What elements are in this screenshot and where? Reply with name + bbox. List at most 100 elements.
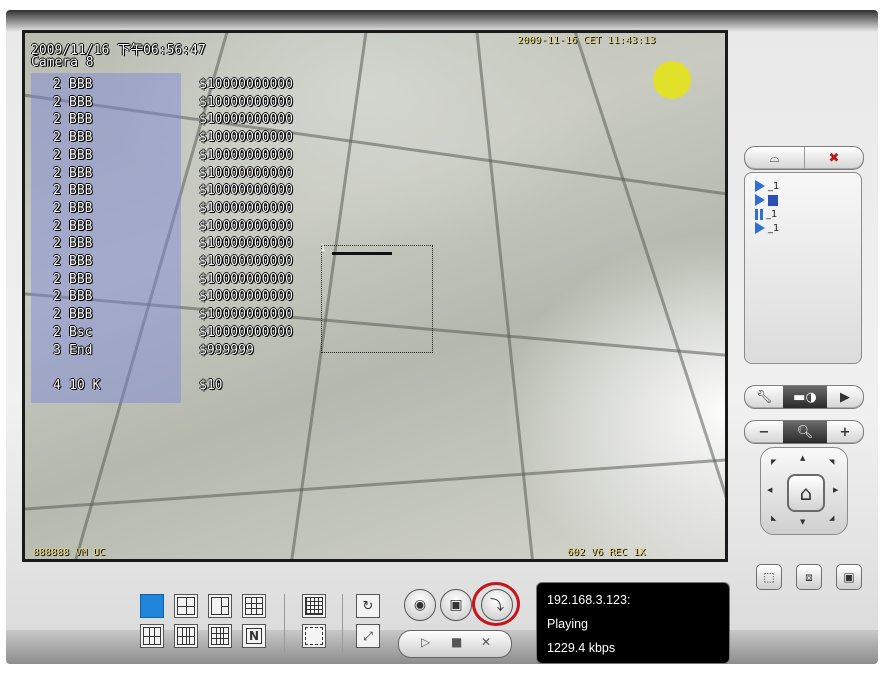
toolbar-divider (284, 594, 285, 652)
pos-price: $10000000000 (199, 94, 293, 110)
layout-custom-button[interactable]: N (242, 624, 266, 648)
layout-3x3-button[interactable] (242, 594, 266, 618)
playlist-item[interactable]: _1 (755, 207, 777, 221)
pos-qty: 2 (53, 271, 61, 287)
pos-qty: 2 (53, 254, 61, 269)
pos-qty: 2 (53, 147, 61, 163)
ptz-right-arrow-icon[interactable]: ▶ (833, 486, 838, 494)
settings-button[interactable]: 🔧︎ (745, 386, 783, 408)
pos-qty: 2 (53, 77, 61, 92)
playlist-panel[interactable]: _1 _1 _1 (744, 172, 862, 364)
camera-icon: ▣ (449, 597, 463, 613)
snapshot-button[interactable]: ▣ (440, 589, 472, 621)
selected-marker (768, 194, 778, 206)
grid-4x4-icon (211, 627, 229, 645)
layout-1plus3-button[interactable] (208, 594, 232, 618)
ptz-left-arrow-icon[interactable]: ◀ (767, 486, 772, 494)
pos-price: $10000000000 (199, 147, 293, 163)
ptz-downleft-arrow-icon[interactable]: ◣ (771, 514, 776, 522)
grid-5x5-icon (305, 597, 323, 615)
ptz-down-arrow-icon[interactable]: ▼ (800, 518, 805, 526)
pos-row: 2 BBB $10000000000 (45, 272, 339, 290)
tray-icon: ⌓ (769, 150, 780, 166)
stop-button[interactable]: ■ (451, 635, 462, 649)
pos-qty: 2 (53, 218, 61, 234)
pos-price: $10000000000 (199, 183, 293, 199)
playlist-item-label: _1 (768, 222, 780, 234)
camera-bottom-left-osd: 888888 VM UC (33, 547, 106, 558)
pause-icon (755, 208, 758, 220)
pos-qty: 2 (53, 183, 61, 199)
pos-name: End (69, 342, 93, 358)
pos-row: 2 BBB $10000000000 (45, 112, 339, 130)
pos-price: $10000000000 (199, 254, 293, 269)
pos-row: 2 BBB $10000000000 (45, 148, 339, 166)
snapshot-area-button[interactable]: ⧈ (796, 564, 822, 590)
layout-2x2-button[interactable] (174, 594, 198, 618)
pos-row: 2 BBB $10000000000 (45, 307, 339, 325)
record-button[interactable]: ◉ (404, 589, 436, 621)
speed-slider[interactable]: ▬◑ (783, 386, 827, 408)
camera-label: Camera 8 (31, 55, 94, 70)
pos-qty: 2 (53, 112, 61, 128)
delete-button[interactable]: ✖ (805, 147, 863, 169)
play-button[interactable]: ▷ (421, 635, 430, 649)
fit-window-button[interactable]: ⬚ (756, 564, 782, 590)
playlist-item[interactable]: _1 (755, 179, 779, 193)
pos-row: 2 BBB $10000000000 (45, 183, 339, 201)
n-icon: N (245, 628, 263, 644)
layout-frame-button[interactable] (302, 624, 326, 648)
pos-name: BBB (69, 130, 93, 146)
pos-name: BBB (69, 200, 93, 216)
auto-rotate-button[interactable]: ↻ (356, 594, 380, 618)
pos-row: 2 BBB $10000000000 (45, 95, 339, 113)
wrench-icon: 🔧︎ (755, 389, 773, 405)
playback-controls: ▷ ■ ✕ (398, 630, 512, 658)
pos-name: BBB (69, 236, 93, 252)
motion-region-box[interactable]: 1 (320, 244, 433, 353)
pos-qty: 2 (53, 94, 61, 110)
playlist-item[interactable]: _1 (755, 221, 779, 235)
ptz-control-pad[interactable]: ▲ ▼ ◀ ▶ ◤ ◥ ◣ ◢ ⌂ (760, 447, 848, 535)
pos-price: $10000000000 (199, 324, 293, 340)
layout-5x5-button[interactable] (302, 594, 326, 618)
pos-price: $10000000000 (199, 200, 293, 216)
layout-4x3-button[interactable] (174, 624, 198, 648)
pos-row: 3 End $999999 (45, 343, 339, 361)
ptz-downright-arrow-icon[interactable]: ◢ (829, 514, 834, 522)
playlist-item[interactable] (755, 193, 781, 207)
ptz-upleft-arrow-icon[interactable]: ◤ (771, 458, 776, 466)
pos-name: Bsc (69, 324, 93, 340)
snapshot-icon: ⧈ (805, 569, 813, 584)
highlight-ring (472, 582, 520, 626)
pos-row: 2 BBB $10000000000 (45, 166, 339, 184)
video-view[interactable]: 2009/11/16 下午06:56:47 Camera 8 2009-11-1… (22, 30, 728, 562)
zoom-out-button[interactable]: − (745, 421, 783, 443)
pos-name: BBB (69, 77, 93, 92)
pos-price: $10000000000 (199, 77, 293, 92)
import-button[interactable]: ⌓ (745, 147, 805, 169)
ptz-upright-arrow-icon[interactable]: ◥ (829, 458, 834, 466)
layout-1plus7-button[interactable] (140, 624, 164, 648)
pos-price: $10000000000 (199, 130, 293, 146)
zoom-in-button[interactable]: + (827, 421, 863, 443)
ptz-home-button[interactable]: ⌂ (787, 474, 825, 512)
pos-name: BBB (69, 254, 93, 269)
ptz-up-arrow-icon[interactable]: ▲ (800, 454, 805, 462)
pos-qty: 2 (53, 236, 61, 252)
focus-button[interactable]: ▣ (836, 564, 862, 590)
next-button[interactable]: ▶ (827, 386, 863, 408)
status-ip: 192.168.3.123: (547, 593, 631, 607)
close-stream-button[interactable]: ✕ (481, 635, 491, 649)
camera-clock: 2009-11-16 CET 11:43:13 (517, 35, 656, 46)
fullscreen-button[interactable]: ⤢ (356, 624, 380, 648)
layout-1x1-button[interactable] (140, 594, 164, 618)
delete-icon: ✖ (828, 150, 840, 166)
rotate-icon: ↻ (362, 598, 374, 614)
layout-4x4-button[interactable] (208, 624, 232, 648)
home-icon: ⌂ (799, 481, 813, 505)
pos-name: BBB (69, 307, 93, 323)
pos-name: BBB (69, 147, 93, 163)
pos-qty: 2 (53, 307, 61, 323)
ceiling-grid-line (472, 33, 541, 559)
